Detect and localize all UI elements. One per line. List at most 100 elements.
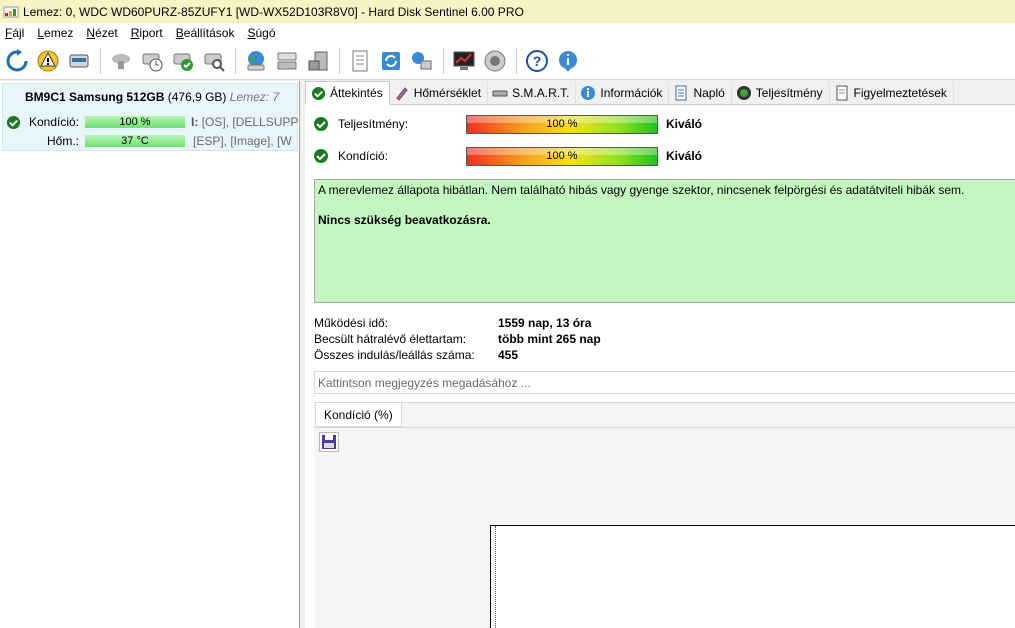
sync-icon [382, 52, 400, 70]
monitor-chart-icon [453, 51, 475, 70]
disk-search-icon [204, 53, 225, 72]
starts-value: 455 [498, 348, 519, 362]
temperature-label: Hőm.: [47, 134, 80, 148]
disk-list-pane: BM9C1 Samsung 512GB (476,9 GB) Lemez: 7 … [0, 81, 300, 628]
note-field[interactable]: Kattintson megjegyzés megadásához ... [314, 371, 1015, 394]
log-icon [675, 85, 687, 101]
lifetime-value: több mint 265 nap [498, 332, 601, 346]
refresh-button[interactable] [2, 46, 32, 76]
app-icon [3, 6, 19, 17]
thermometer-icon [396, 87, 408, 101]
tab-information[interactable]: Információk [576, 82, 670, 104]
gauge-icon [736, 86, 751, 100]
menu-file[interactable]: Fájl [0, 26, 32, 40]
smart-icon [492, 90, 508, 97]
chart-body [314, 427, 1015, 628]
disk-search-button[interactable] [199, 46, 229, 76]
speaker-icon [484, 50, 506, 72]
partition-list: [ESP], [Image], [W [193, 134, 292, 148]
tab-alerts[interactable]: Figyelmeztetések [830, 82, 954, 104]
alert-icon [37, 50, 59, 72]
info-button[interactable] [553, 46, 583, 76]
speaker-button[interactable] [480, 46, 510, 76]
menu-settings[interactable]: Beállítások [171, 26, 243, 40]
check-icon [6, 115, 21, 130]
chart-gridline [495, 526, 496, 628]
disk-clock-button[interactable] [137, 46, 167, 76]
toolbar-separator [100, 48, 101, 74]
hdd-stack-icon [308, 51, 328, 71]
status-text: A merevlemez állapota hibátlan. Nem talá… [318, 183, 965, 197]
toolbar-separator [516, 48, 517, 74]
report-button[interactable] [345, 46, 375, 76]
hdd-stack-button[interactable] [303, 46, 333, 76]
menu-disk[interactable]: Lemez [32, 26, 81, 40]
disk-check-button[interactable] [168, 46, 198, 76]
lifetime-label: Becsült hátralévő élettartam: [314, 332, 467, 346]
info-icon [581, 86, 596, 100]
toolbar-separator [443, 48, 444, 74]
disk-clock-icon [142, 53, 163, 72]
menu-bar: Fájl Lemez Nézet Riport Beállítások Súgó [0, 23, 1015, 43]
toolbar-separator [339, 48, 340, 74]
temperature-bar: 37 °C [85, 135, 185, 147]
check-icon [311, 86, 325, 100]
tab-temperature[interactable]: Hőmérséklet [390, 82, 489, 104]
globe-disk-button[interactable] [241, 46, 271, 76]
status-action: Nincs szükség beavatkozásra. [318, 213, 491, 227]
performance-rating: Kiváló [666, 117, 703, 131]
title-bar: Lemez: 0, WDC WD60PURZ-85ZUFY1 [WD-WX52D… [0, 0, 1015, 23]
uptime-label: Működési idő: [314, 316, 389, 330]
tab-smart[interactable]: S.M.A.R.T. [488, 82, 577, 104]
report-icon [352, 50, 368, 72]
tab-condition-chart[interactable]: Kondíció (%) [315, 403, 402, 427]
check-icon [314, 117, 328, 131]
status-message-box: A merevlemez állapota hibátlan. Nem talá… [314, 179, 1015, 303]
check-icon [314, 149, 328, 163]
tab-log[interactable]: Napló [669, 82, 732, 104]
disk-button[interactable] [64, 46, 94, 76]
tab-overview[interactable]: Áttekintés [305, 81, 390, 105]
disk-icon [69, 54, 89, 68]
uptime-value: 1559 nap, 13 óra [498, 316, 592, 330]
server-disk-icon [277, 52, 297, 70]
disk-cloud-icon [112, 54, 130, 69]
menu-view[interactable]: Nézet [81, 26, 125, 40]
alert-button[interactable] [33, 46, 63, 76]
condition-rating: Kiváló [666, 149, 703, 163]
save-chart-button[interactable] [319, 432, 339, 452]
window-title: Lemez: 0, WDC WD60PURZ-85ZUFY1 [WD-WX52D… [23, 4, 524, 19]
monitor-chart-button[interactable] [449, 46, 479, 76]
refresh-icon [6, 49, 28, 72]
condition-label: Kondíció: [29, 115, 80, 129]
info-icon [559, 51, 577, 72]
condition-chart-panel: Kondíció (%) [314, 402, 1015, 628]
toolbar: ? [0, 43, 1015, 80]
chart-plot-area [490, 525, 1015, 628]
tab-performance[interactable]: Teljesítmény [732, 82, 830, 104]
menu-report[interactable]: Riport [126, 26, 171, 40]
network-icon [412, 52, 432, 70]
svg-text:?: ? [533, 53, 542, 69]
disk-cloud-button[interactable] [106, 46, 136, 76]
details-pane: Áttekintés Hőmérséklet S.M.A.R.T. Inform… [305, 81, 1015, 628]
condition-label: Kondíció: [338, 149, 389, 163]
performance-label: Teljesítmény: [338, 117, 409, 131]
disk-list-item[interactable]: BM9C1 Samsung 512GB (476,9 GB) Lemez: 7 … [2, 83, 299, 151]
starts-label: Összes indulás/leállás száma: [314, 348, 475, 362]
server-disk-button[interactable] [272, 46, 302, 76]
performance-bar: 100 % [466, 114, 658, 134]
condition-bar: 100 % [466, 146, 658, 166]
globe-disk-icon [247, 51, 265, 71]
menu-help[interactable]: Súgó [242, 26, 283, 40]
tab-bar: Áttekintés Hőmérséklet S.M.A.R.T. Inform… [305, 81, 1015, 105]
network-button[interactable] [407, 46, 437, 76]
partition-list: I: [OS], [DELLSUPPORT [191, 115, 299, 129]
help-icon: ? [526, 50, 548, 72]
sync-button[interactable] [376, 46, 406, 76]
help-button[interactable]: ? [522, 46, 552, 76]
floppy-icon [322, 435, 336, 449]
condition-bar: 100 % [85, 116, 185, 128]
disk-check-icon [173, 53, 193, 71]
warning-doc-icon [836, 85, 847, 101]
